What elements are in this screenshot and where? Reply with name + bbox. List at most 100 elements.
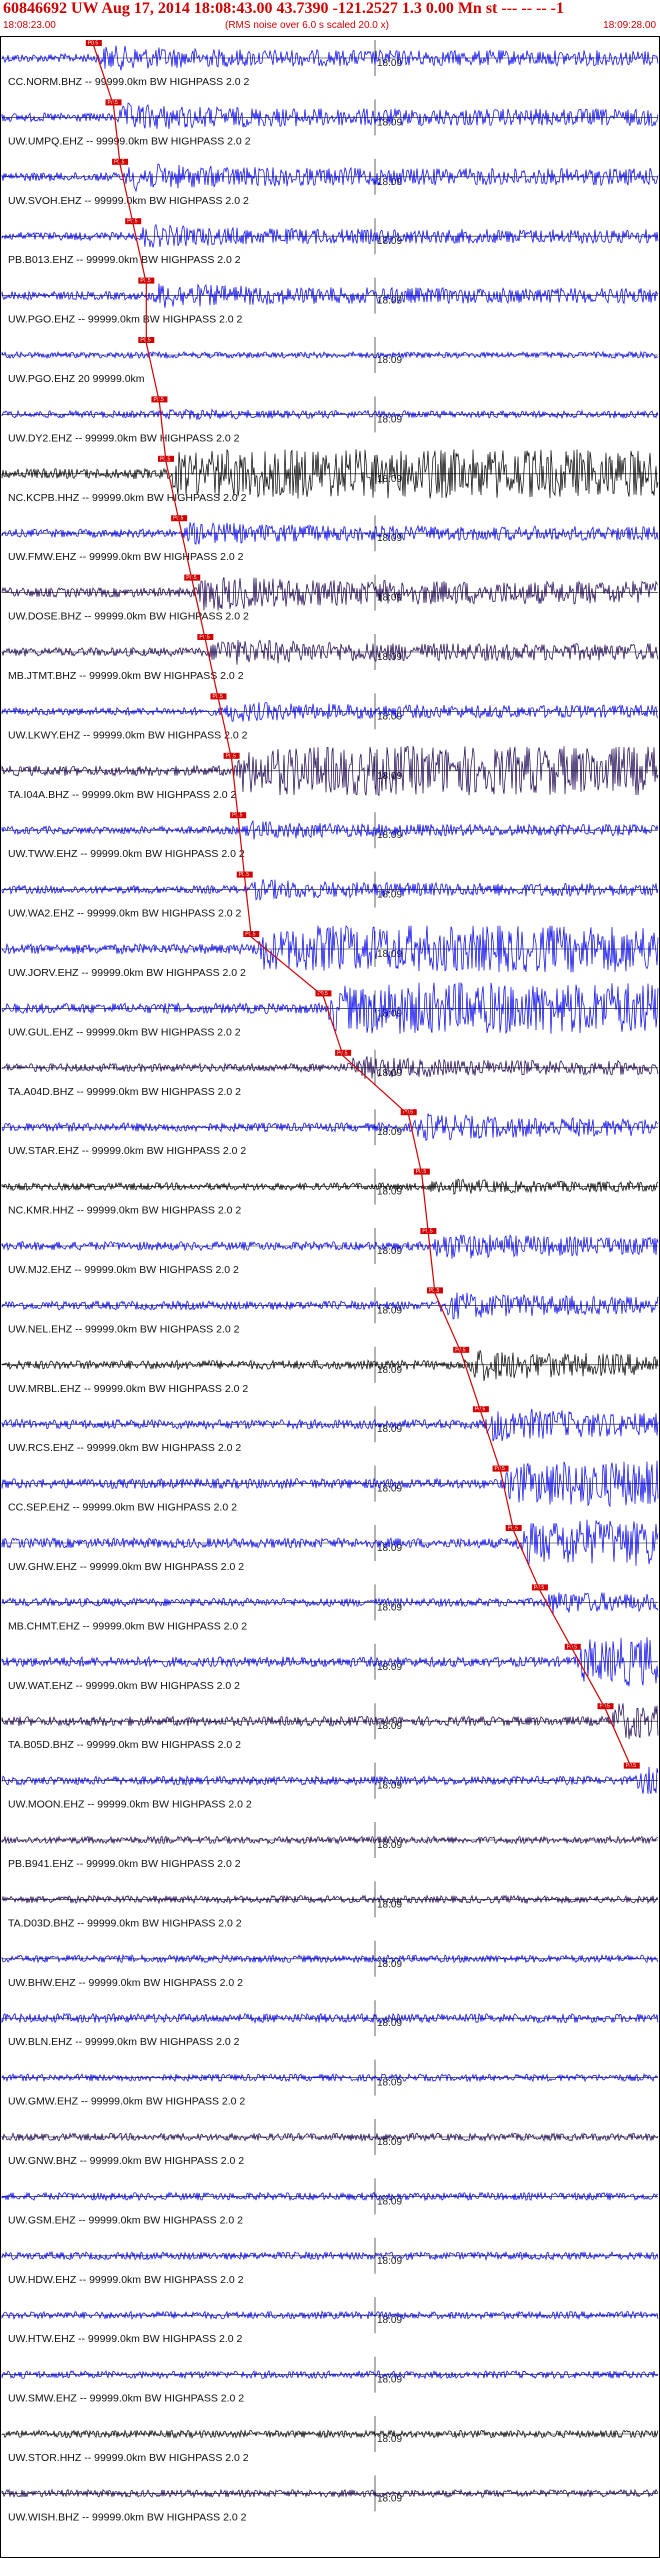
waveform	[1, 1460, 659, 1508]
trace-label: UW.JORV.EHZ -- 99999.0km BW HIGHPASS 2.0…	[8, 967, 246, 979]
trace-label: UW.HTW.EHZ -- 99999.0km BW HIGHPASS 2.0 …	[8, 2333, 243, 2345]
trace-label: UW.DOSE.BHZ -- 99999.0km BW HIGHPASS 2.0…	[8, 611, 249, 623]
trace-label: NC.KMR.HHZ -- 99999.0km BW HIGHPASS 2.0 …	[8, 1205, 241, 1217]
trace: 18:09NC.KCPB.HHZ -- 99999.0km BW HIGHPAS…	[1, 449, 659, 504]
trace-label: UW.GSM.EHZ -- 99999.0km BW HIGHPASS 2.0 …	[8, 2214, 243, 2226]
time-tick-label: 18:09	[377, 1305, 402, 1316]
trace-label: TA.I04A.BHZ -- 99999.0km BW HIGHPASS 2.0…	[8, 789, 237, 801]
trace-label: UW.STOR.HHZ -- 99999.0km BW HIGHPASS 2.0…	[8, 2452, 249, 2464]
trace: 18:09UW.SVOH.EHZ -- 99999.0km BW HIGHPAS…	[1, 158, 659, 207]
trace: 18:09 CC.SEP.EHZ -- 99999.0km BW HIGHPASS…	[1, 1460, 659, 1514]
time-tick-label: 18:09	[377, 652, 402, 663]
trace-label: UW.MRBL.EHZ -- 99999.0km BW HIGHPASS 2.0…	[8, 1383, 248, 1395]
time-tick-label: 18:09	[377, 2256, 402, 2267]
trace-label: MB.CHMT.EHZ -- 99999.0km BW HIGHPASS 2.0…	[8, 1620, 247, 1632]
trace: 18:09UW.WAT.EHZ -- 99999.0km BW HIGHPASS…	[1, 1637, 659, 1692]
trace: 18:09UW.MOON.EHZ -- 99999.0km BW HIGHPAS…	[1, 1762, 659, 1811]
time-tick-label: 18:09	[377, 2018, 402, 2029]
trace-label: UW.FMW.EHZ -- 99999.0km BW HIGHPASS 2.0 …	[8, 551, 244, 563]
trace: 18:09TA.D03D.BHZ -- 99999.0km BW HIGHPAS…	[1, 1881, 659, 1929]
trace-label: UW.DY2.EHZ -- 99999.0km BW HIGHPASS 2.0 …	[8, 432, 240, 444]
trace-label: UW.GNW.BHZ -- 99999.0km BW HIGHPASS 2.0 …	[8, 2155, 244, 2167]
trace-label: UW.BHW.EHZ -- 99999.0km BW HIGHPASS 2.0 …	[8, 1977, 243, 1989]
start-time-label: 18:08:23.00	[3, 20, 56, 31]
pick-label: P0.5	[140, 338, 151, 344]
trace-label: UW.WISH.BHZ -- 99999.0km BW HIGHPASS 2.0…	[8, 2511, 247, 2523]
waveform	[1, 1292, 659, 1320]
trace-label: UW.RCS.EHZ -- 99999.0km BW HIGHPASS 2.0 …	[8, 1442, 241, 1454]
plot-header: 60846692 UW Aug 17, 2014 18:08:43.00 43.…	[0, 0, 660, 38]
trace: 18:09UW.BHW.EHZ -- 99999.0km BW HIGHPASS…	[1, 1940, 659, 1989]
trace: 18:09UW.TWW.EHZ -- 99999.0km BW HIGHPASS…	[1, 812, 659, 860]
trace-label: UW.WAT.EHZ -- 99999.0km BW HIGHPASS 2.0 …	[8, 1680, 240, 1692]
trace: 18:09TA.I04A.BHZ -- 99999.0km BW HIGHPAS…	[1, 746, 659, 801]
trace: 18:09UW.GHW.EHZ -- 99999.0km BW HIGHPASS…	[1, 1519, 659, 1573]
waveform	[1, 1408, 659, 1442]
trace-label: UW.LKWY.EHZ -- 99999.0km BW HIGHPASS 2.0…	[8, 729, 248, 741]
time-tick-label: 18:09	[377, 355, 402, 366]
trace-label: UW.TWW.EHZ -- 99999.0km BW HIGHPASS 2.0 …	[8, 848, 245, 860]
trace-label: UW.STAR.EHZ -- 99999.0km BW HIGHPASS 2.0…	[8, 1145, 246, 1157]
end-time-label: 18:09:28.00	[603, 20, 656, 31]
trace: 18:09 UW.GNW.BHZ -- 99999.0km BW HIGHPASS…	[1, 2119, 659, 2167]
trace: 18:09UW.RCS.EHZ -- 99999.0km BW HIGHPASS…	[1, 1406, 659, 1454]
waveform	[1, 702, 659, 722]
trace: 18:09 UW.PGO.EHZ 20 99999.0km P0.5	[1, 337, 659, 385]
trace: 18:09UW.JORV.EHZ -- 99999.0km BW HIGHPAS…	[1, 925, 659, 979]
trace-label: UW.BLN.EHZ -- 99999.0km BW HIGHPASS 2.0 …	[8, 2036, 240, 2048]
waveform	[1, 102, 659, 130]
trace: 18:09 UW.STAR.EHZ -- 99999.0km BW HIGHPAS…	[1, 1109, 659, 1157]
time-tick-label: 18:09	[377, 2315, 402, 2326]
trace: 18:09 UW.HDW.EHZ -- 99999.0km BW HIGHPASS…	[1, 2237, 659, 2286]
time-tick-label: 18:09	[377, 2078, 402, 2089]
time-tick-label: 18:09	[377, 1484, 402, 1495]
rms-note: (RMS noise over 6.0 s scaled 20.0 x)	[225, 20, 389, 31]
trace-label: UW.PGO.EHZ 20 99999.0km	[8, 373, 145, 385]
trace: 18:09UW.WISH.BHZ -- 99999.0km BW HIGHPAS…	[1, 2475, 659, 2523]
trace: 18:09UW.GSM.EHZ -- 99999.0km BW HIGHPASS…	[1, 2178, 659, 2226]
trace-label: UW.GHW.EHZ -- 99999.0km BW HIGHPASS 2.0 …	[8, 1561, 244, 1573]
trace: 18:09 UW.STOR.HHZ -- 99999.0km BW HIGHPAS…	[1, 2416, 659, 2464]
trace-label: UW.UMPQ.EHZ -- 99999.0km BW HIGHPASS 2.0…	[8, 135, 251, 147]
trace: 18:09 UW.WA2.EHZ -- 99999.0km BW HIGHPASS…	[1, 871, 659, 920]
trace-label: UW.SMW.EHZ -- 99999.0km BW HIGHPASS 2.0 …	[8, 2393, 244, 2405]
trace-label: MB.JTMT.BHZ -- 99999.0km BW HIGHPASS 2.0…	[8, 670, 244, 682]
trace-label: NC.KCPB.HHZ -- 99999.0km BW HIGHPASS 2.0…	[8, 492, 247, 504]
trace-label: CC.NORM.BHZ -- 99999.0km BW HIGHPASS 2.0…	[8, 76, 250, 88]
waveform	[1, 1350, 659, 1382]
time-tick-label: 18:09	[377, 1068, 402, 1079]
waveform	[1, 1592, 659, 1615]
trace: 18:09UW.LKWY.EHZ -- 99999.0km BW HIGHPAS…	[1, 693, 659, 741]
trace: 18:09 UW.BLN.EHZ -- 99999.0km BW HIGHPASS…	[1, 2000, 659, 2048]
trace-label: UW.NEL.EHZ -- 99999.0km BW HIGHPASS 2.0 …	[8, 1323, 240, 1335]
trace: 18:09PB.B013.EHZ -- 99999.0km BW HIGHPAS…	[1, 218, 659, 266]
trace-label: UW.GMW.EHZ -- 99999.0km BW HIGHPASS 2.0 …	[8, 2096, 245, 2108]
trace: 18:09UW.MJ2.EHZ -- 99999.0km BW HIGHPASS…	[1, 1228, 659, 1276]
trace: 18:09UW.DOSE.BHZ -- 99999.0km BW HIGHPAS…	[1, 574, 659, 623]
trace: 18:09 UW.HTW.EHZ -- 99999.0km BW HIGHPASS…	[1, 2297, 659, 2345]
time-tick-label: 18:09	[377, 2434, 402, 2445]
trace: 18:09UW.PGO.EHZ -- 99999.0km BW HIGHPASS…	[1, 277, 659, 326]
trace: 18:09UW.SMW.EHZ -- 99999.0km BW HIGHPASS…	[1, 2356, 659, 2405]
trace: 18:09UW.MRBL.EHZ -- 99999.0km BW HIGHPAS…	[1, 1346, 659, 1395]
trace: 18:09UW.UMPQ.EHZ -- 99999.0km BW HIGHPAS…	[1, 99, 659, 147]
event-title: 60846692 UW Aug 17, 2014 18:08:43.00 43.…	[3, 0, 564, 17]
time-tick-label: 18:09	[377, 890, 402, 901]
trace: 18:09UW.FMW.EHZ -- 99999.0km BW HIGHPASS…	[1, 515, 659, 563]
trace-label: UW.MJ2.EHZ -- 99999.0km BW HIGHPASS 2.0 …	[8, 1264, 239, 1276]
waveform	[1, 163, 659, 193]
trace-label: PB.B941.EHZ -- 99999.0km BW HIGHPASS 2.0…	[8, 1858, 241, 1870]
trace: 18:09NC.KMR.HHZ -- 99999.0km BW HIGHPASS…	[1, 1168, 659, 1217]
time-tick-label: 18:09	[377, 1721, 402, 1732]
trace: 18:09 UW.NEL.EHZ -- 99999.0km BW HIGHPASS…	[1, 1287, 659, 1335]
trace-label: TA.A04D.BHZ -- 99999.0km BW HIGHPASS 2.0…	[8, 1086, 241, 1098]
time-tick-label: 18:09	[377, 1127, 402, 1138]
trace-label: TA.D03D.BHZ -- 99999.0km BW HIGHPASS 2.0…	[8, 1917, 242, 1929]
trace: 18:09 MB.JTMT.BHZ -- 99999.0km BW HIGHPAS…	[1, 634, 659, 682]
trace-label: UW.MOON.EHZ -- 99999.0km BW HIGHPASS 2.0…	[8, 1799, 252, 1811]
trace: 18:09UW.GUL.EHZ -- 99999.0km BW HIGHPASS…	[1, 981, 659, 1038]
trace: 18:09UW.DY2.EHZ -- 99999.0km BW HIGHPASS…	[1, 396, 659, 444]
trace: 18:09 TA.A04D.BHZ -- 99999.0km BW HIGHPAS…	[1, 1049, 659, 1098]
seismogram-plot: 18:09 CC.NORM.BHZ -- 99999.0km BW HIGHPAS…	[0, 36, 660, 2558]
trace-label: PB.B013.EHZ -- 99999.0km BW HIGHPASS 2.0…	[8, 254, 241, 266]
